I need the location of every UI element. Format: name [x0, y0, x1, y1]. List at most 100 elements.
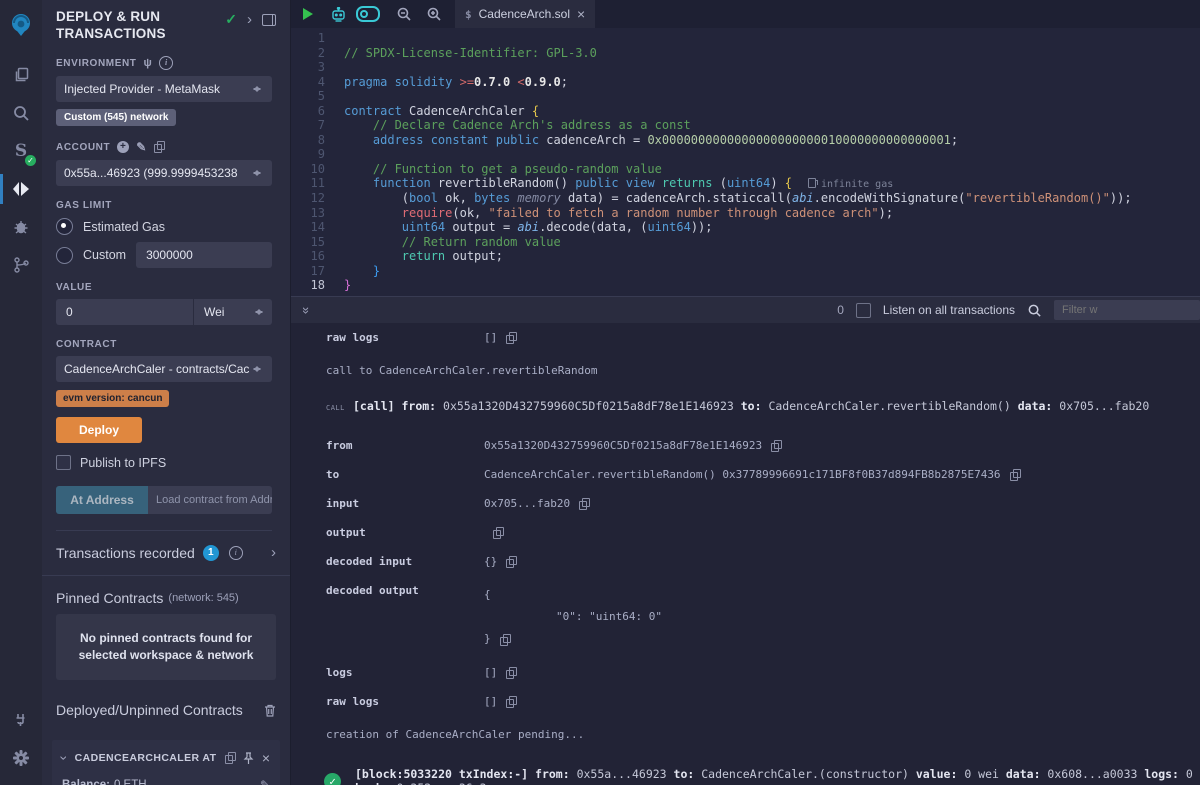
icon-rail: S ✓	[0, 0, 42, 785]
code-line[interactable]: 4pragma solidity >=0.7.0 <0.9.0;	[291, 75, 1200, 90]
terminal-entry-row: toCadenceArchCaler.revertibleRandom() 0x…	[326, 468, 1200, 481]
balance-label: Balance:	[62, 779, 110, 785]
environment-info-icon[interactable]: i	[159, 56, 173, 70]
value-input[interactable]: 0	[56, 299, 193, 325]
zoom-in-icon[interactable]	[421, 3, 447, 25]
plugin-manager-icon[interactable]	[0, 701, 42, 739]
custom-gas-input[interactable]: 3000000	[136, 242, 272, 268]
settings-gear-icon[interactable]	[0, 739, 42, 777]
radio-estimated-gas[interactable]	[56, 218, 73, 235]
terminal-entry-row: raw logs[]	[326, 331, 1200, 344]
ai-assistant-robot-icon[interactable]	[325, 3, 351, 25]
code-line[interactable]: 17 }	[291, 264, 1200, 279]
listen-all-checkbox[interactable]	[856, 303, 871, 318]
select-stepper-icon	[250, 81, 264, 97]
environment-select[interactable]: Injected Provider - MetaMask	[56, 76, 272, 102]
terminal-entry-text: call to CadenceArchCaler.revertibleRando…	[326, 364, 1200, 377]
terminal-entry-block[interactable]: ✓[block:5033220 txIndex:-] from: 0x55a..…	[326, 767, 1200, 785]
add-account-icon[interactable]: +	[117, 141, 129, 153]
copy-icon[interactable]	[493, 527, 503, 539]
copy-icon[interactable]	[506, 332, 516, 344]
code-line[interactable]: 16 return output;	[291, 249, 1200, 264]
estimated-gas-option[interactable]: Estimated Gas	[56, 218, 272, 235]
code-line[interactable]: 12 (bool ok, bytes memory data) = cadenc…	[291, 191, 1200, 206]
at-address-input[interactable]: Load contract from Addres	[148, 486, 272, 514]
terminal-entry-row: output	[326, 526, 1200, 539]
edit-balance-icon[interactable]: ✎	[260, 778, 270, 785]
debugger-icon[interactable]	[0, 208, 42, 246]
radio-custom-gas[interactable]	[56, 247, 73, 264]
remove-contract-icon[interactable]: ×	[262, 753, 270, 763]
tab-label: CadenceArch.sol	[479, 7, 570, 21]
line-number: 15	[291, 235, 325, 250]
file-explorer-icon[interactable]	[0, 56, 42, 94]
compile-success-badge: ✓	[25, 155, 36, 166]
tab-cadencearch-sol[interactable]: $ CadenceArch.sol ×	[455, 0, 595, 28]
code-line[interactable]: 5	[291, 89, 1200, 104]
contract-select[interactable]: CadenceArchCaler - contracts/Cac	[56, 356, 272, 382]
terminal-log[interactable]: raw logs[] call to CadenceArchCaler.rever…	[291, 323, 1200, 785]
line-number: 11	[291, 176, 325, 191]
network-badge: Custom (545) network	[56, 109, 176, 126]
panel-chevron-icon[interactable]: ›	[247, 15, 252, 25]
remix-logo-icon[interactable]	[0, 6, 42, 44]
code-line[interactable]: 18}	[291, 278, 1200, 293]
code-editor[interactable]: 12// SPDX-License-Identifier: GPL-3.034p…	[291, 28, 1200, 299]
copy-icon[interactable]	[506, 667, 516, 679]
publish-ipfs-option[interactable]: Publish to IPFS	[56, 455, 272, 470]
code-line[interactable]: 1	[291, 31, 1200, 46]
copy-account-icon[interactable]	[154, 141, 164, 153]
terminal-search-icon[interactable]	[1027, 303, 1042, 318]
code-line[interactable]: 8 address constant public cadenceArch = …	[291, 133, 1200, 148]
edit-account-icon[interactable]: ✎	[136, 140, 147, 154]
copilot-toggle-icon[interactable]	[355, 3, 381, 25]
copy-icon[interactable]	[1010, 469, 1020, 481]
deploy-run-icon[interactable]	[0, 170, 42, 208]
run-scripts-branch-icon[interactable]	[0, 246, 42, 284]
transactions-expand-icon[interactable]: ›	[271, 548, 276, 558]
select-stepper-icon	[252, 304, 266, 320]
account-select[interactable]: 0x55a...46923 (999.9999453238	[56, 160, 272, 186]
copy-address-icon[interactable]	[225, 752, 235, 764]
line-number: 1	[291, 31, 325, 46]
code-line[interactable]: 6contract CadenceArchCaler {	[291, 104, 1200, 119]
code-line[interactable]: 9	[291, 147, 1200, 162]
copy-icon[interactable]	[506, 696, 516, 708]
clear-contracts-trash-icon[interactable]	[264, 704, 276, 717]
contract-label: CONTRACT	[56, 339, 117, 350]
transactions-info-icon[interactable]: i	[229, 546, 243, 560]
solidity-compiler-icon[interactable]: S ✓	[0, 132, 42, 170]
copy-icon[interactable]	[500, 634, 510, 646]
transactions-recorded-row[interactable]: Transactions recorded 1 i ›	[42, 531, 290, 575]
code-line[interactable]: 14 uint64 output = abi.decode(data, (uin…	[291, 220, 1200, 235]
evm-version-badge: evm version: cancun	[56, 390, 169, 407]
zoom-out-icon[interactable]	[391, 3, 417, 25]
pin-panel-icon[interactable]	[262, 14, 276, 26]
run-script-play-icon[interactable]	[295, 3, 321, 25]
search-icon[interactable]	[0, 94, 42, 132]
code-line[interactable]: 11 function revertibleRandom() public vi…	[291, 176, 1200, 191]
code-line[interactable]: 15 // Return random value	[291, 235, 1200, 250]
value-unit-select[interactable]: Wei	[193, 299, 272, 325]
code-line[interactable]: 7 // Declare Cadence Arch's address as a…	[291, 118, 1200, 133]
custom-gas-option[interactable]: Custom 3000000	[56, 242, 272, 268]
terminal-entry-row: decoded input{}	[326, 555, 1200, 568]
collapse-terminal-icon[interactable]: »	[299, 306, 314, 313]
code-line[interactable]: 10 // Function to get a pseudo-random va…	[291, 162, 1200, 177]
line-number: 17	[291, 264, 325, 279]
collapse-card-icon[interactable]: ›	[56, 756, 72, 761]
at-address-button[interactable]: At Address	[56, 486, 148, 514]
pin-contract-icon[interactable]	[243, 752, 254, 765]
copy-icon[interactable]	[506, 556, 516, 568]
deploy-button[interactable]: Deploy	[56, 417, 142, 443]
pinned-empty-message: No pinned contracts found forselected wo…	[56, 614, 276, 680]
terminal-filter-input[interactable]	[1054, 300, 1200, 320]
code-line[interactable]: 13 require(ok, "failed to fetch a random…	[291, 206, 1200, 221]
publish-ipfs-checkbox[interactable]	[56, 455, 71, 470]
copy-icon[interactable]	[771, 440, 781, 452]
listen-all-label: Listen on all transactions	[883, 303, 1015, 317]
copy-icon[interactable]	[579, 498, 589, 510]
code-line[interactable]: 2// SPDX-License-Identifier: GPL-3.0	[291, 46, 1200, 61]
close-tab-icon[interactable]: ×	[577, 9, 585, 19]
code-line[interactable]: 3	[291, 60, 1200, 75]
